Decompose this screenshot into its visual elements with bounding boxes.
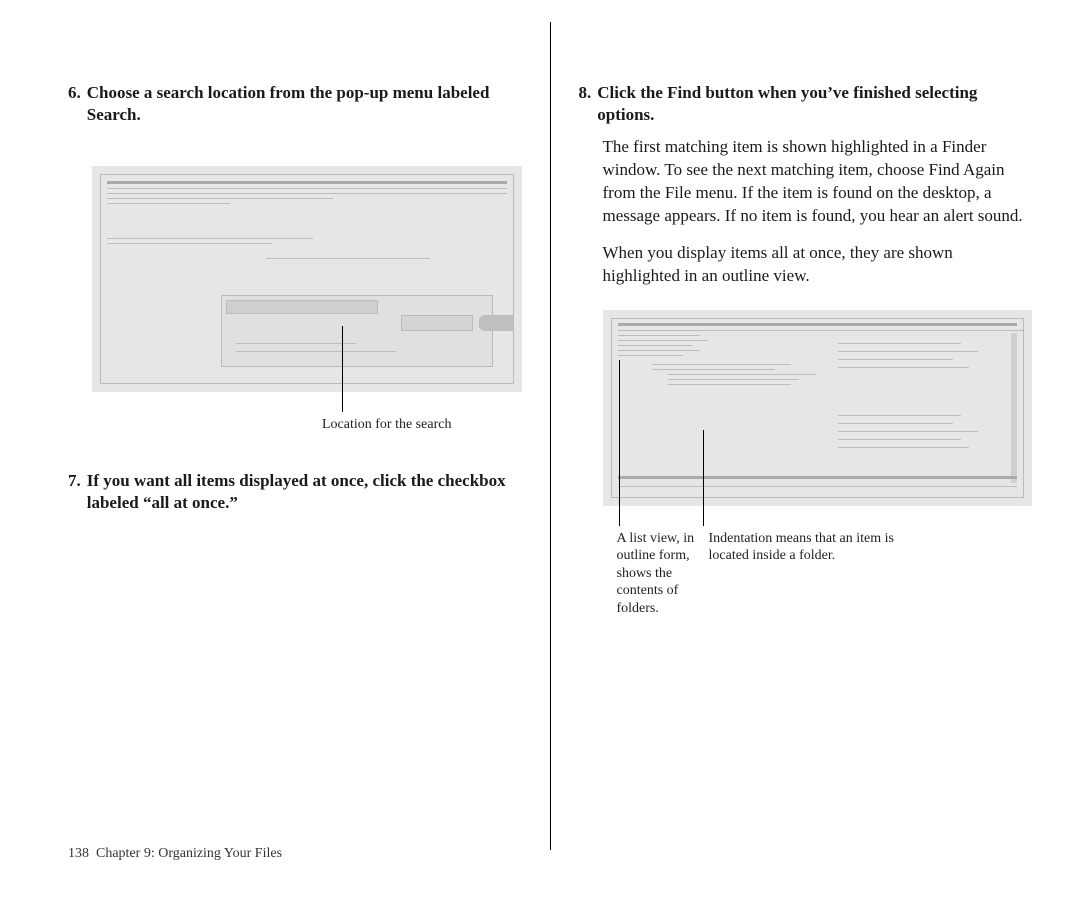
two-column-layout: 6. Choose a search location from the pop…: [68, 82, 1032, 820]
left-column: 6. Choose a search location from the pop…: [68, 82, 522, 820]
column-divider: [550, 22, 551, 850]
figure-2-screenshot: [611, 318, 1025, 498]
step-8-paragraph-1: The first matching item is shown highlig…: [603, 136, 1033, 228]
step-8-number: 8.: [579, 82, 592, 126]
step-6-number: 6.: [68, 82, 81, 126]
step-7-title: If you want all items displayed at once,…: [87, 470, 522, 514]
figure-1-callout-line: [342, 326, 343, 412]
page-number: 138: [68, 846, 89, 861]
step-8-title: Click the Find button when you’ve finish…: [597, 82, 1032, 126]
figure-1-frame: [92, 166, 522, 392]
figure-2-callout-line-right: [703, 430, 704, 526]
step-8-paragraph-2: When you display items all at once, they…: [603, 242, 1033, 288]
step-7-number: 7.: [68, 470, 81, 514]
step-8: 8. Click the Find button when you’ve fin…: [579, 82, 1033, 288]
figure-2-callout-line-left: [619, 360, 620, 526]
step-6: 6. Choose a search location from the pop…: [68, 82, 522, 126]
page-footer: 138 Chapter 9: Organizing Your Files: [68, 846, 282, 862]
right-column: 8. Click the Find button when you’ve fin…: [579, 82, 1033, 820]
figure-2-frame: [603, 310, 1033, 506]
step-6-title: Choose a search location from the pop-up…: [87, 82, 522, 126]
figure-1: Location for the search: [92, 166, 522, 392]
step-8-body: The first matching item is shown highlig…: [603, 136, 1033, 288]
figure-2-caption-left: A list view, in outline form, shows the …: [617, 530, 701, 618]
chapter-label: Chapter 9: Organizing Your Files: [89, 846, 282, 861]
step-7: 7. If you want all items displayed at on…: [68, 470, 522, 514]
document-page: 6. Choose a search location from the pop…: [0, 0, 1080, 900]
figure-2-caption-right: Indentation means that an item is locate…: [709, 530, 929, 565]
figure-1-screenshot: [100, 174, 514, 384]
figure-2: A list view, in outline form, shows the …: [603, 310, 1033, 506]
figure-1-caption: Location for the search: [322, 416, 522, 434]
